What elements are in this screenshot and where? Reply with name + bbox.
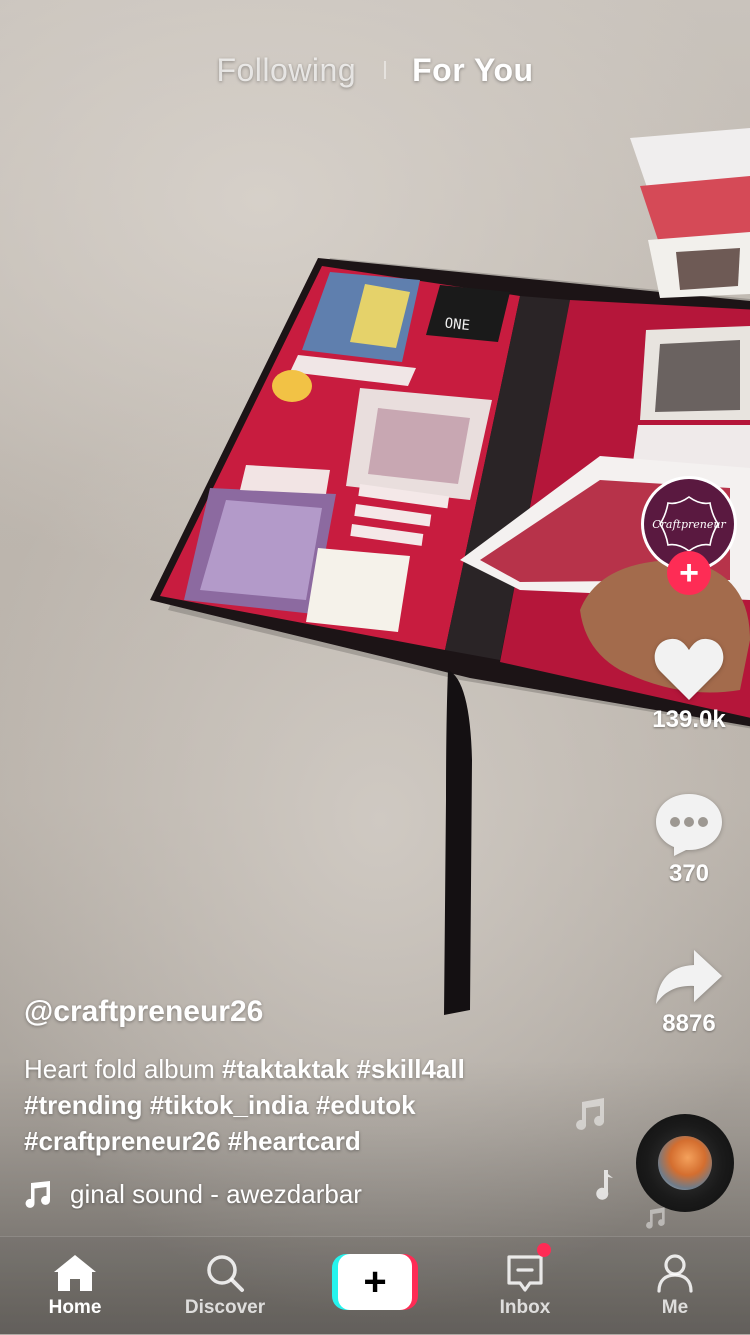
nav-inbox[interactable]: Inbox	[450, 1237, 600, 1335]
profile-icon	[657, 1254, 693, 1293]
hashtag[interactable]: #taktaktak	[222, 1054, 349, 1084]
creator-logo-text: Craftpreneur	[652, 517, 726, 531]
svg-text:ONE: ONE	[444, 315, 471, 334]
video-caption: Heart fold album #taktaktak #skill4all #…	[24, 1051, 584, 1159]
tab-for-you[interactable]: For You	[412, 52, 533, 89]
bottom-nav: Home Discover + Inbox Me	[0, 1236, 750, 1335]
heart-icon	[654, 638, 724, 700]
inbox-notification-dot	[537, 1243, 551, 1257]
share-icon	[656, 950, 722, 1004]
video-info: @craftpreneur26 Heart fold album #taktak…	[24, 995, 584, 1159]
nav-discover[interactable]: Discover	[150, 1237, 300, 1335]
share-button[interactable]: 8876	[640, 948, 738, 1038]
nav-discover-label: Discover	[184, 1297, 266, 1318]
follow-button[interactable]: +	[667, 551, 711, 595]
comment-button[interactable]: 370	[640, 790, 738, 888]
sound-avatar	[658, 1136, 712, 1190]
sound-disc-button[interactable]	[636, 1114, 734, 1212]
caption-text: Heart fold album	[24, 1054, 222, 1084]
nav-home[interactable]: Home	[0, 1237, 150, 1335]
hashtag[interactable]: #craftpreneur26	[24, 1126, 221, 1156]
comment-count: 370	[668, 860, 710, 887]
hashtag[interactable]: #trending	[24, 1090, 142, 1120]
nav-inbox-label: Inbox	[499, 1297, 551, 1318]
music-note-icon	[25, 1181, 51, 1208]
creator-username[interactable]: @craftpreneur26	[24, 995, 584, 1029]
hashtag[interactable]: #skill4all	[356, 1054, 464, 1084]
nav-create[interactable]: +	[300, 1237, 450, 1335]
nav-home-label: Home	[48, 1297, 102, 1318]
music-note-icon	[596, 1168, 614, 1205]
nav-me-label: Me	[661, 1297, 689, 1318]
comment-icon	[656, 794, 722, 856]
home-icon	[54, 1255, 96, 1291]
hashtag[interactable]: #heartcard	[228, 1126, 361, 1156]
like-button[interactable]: 139.0k	[640, 636, 738, 734]
share-count: 8876	[662, 1010, 716, 1037]
inbox-icon	[507, 1255, 543, 1292]
search-icon	[207, 1255, 244, 1292]
sound-row[interactable]: ginal sound - awezdarbar	[24, 1176, 470, 1212]
music-note-icon	[642, 1206, 666, 1235]
sound-name: ginal sound - awezdarbar	[70, 1178, 362, 1209]
like-count: 139.0k	[652, 706, 726, 733]
hashtag[interactable]: #tiktok_india	[150, 1090, 309, 1120]
hashtag[interactable]: #edutok	[316, 1090, 416, 1120]
tab-divider	[384, 61, 387, 79]
create-button[interactable]: +	[332, 1254, 418, 1310]
plus-icon: +	[338, 1254, 412, 1310]
nav-me[interactable]: Me	[600, 1237, 750, 1335]
tab-following[interactable]: Following	[216, 52, 356, 89]
feed-tabs: Following For You	[0, 50, 750, 90]
